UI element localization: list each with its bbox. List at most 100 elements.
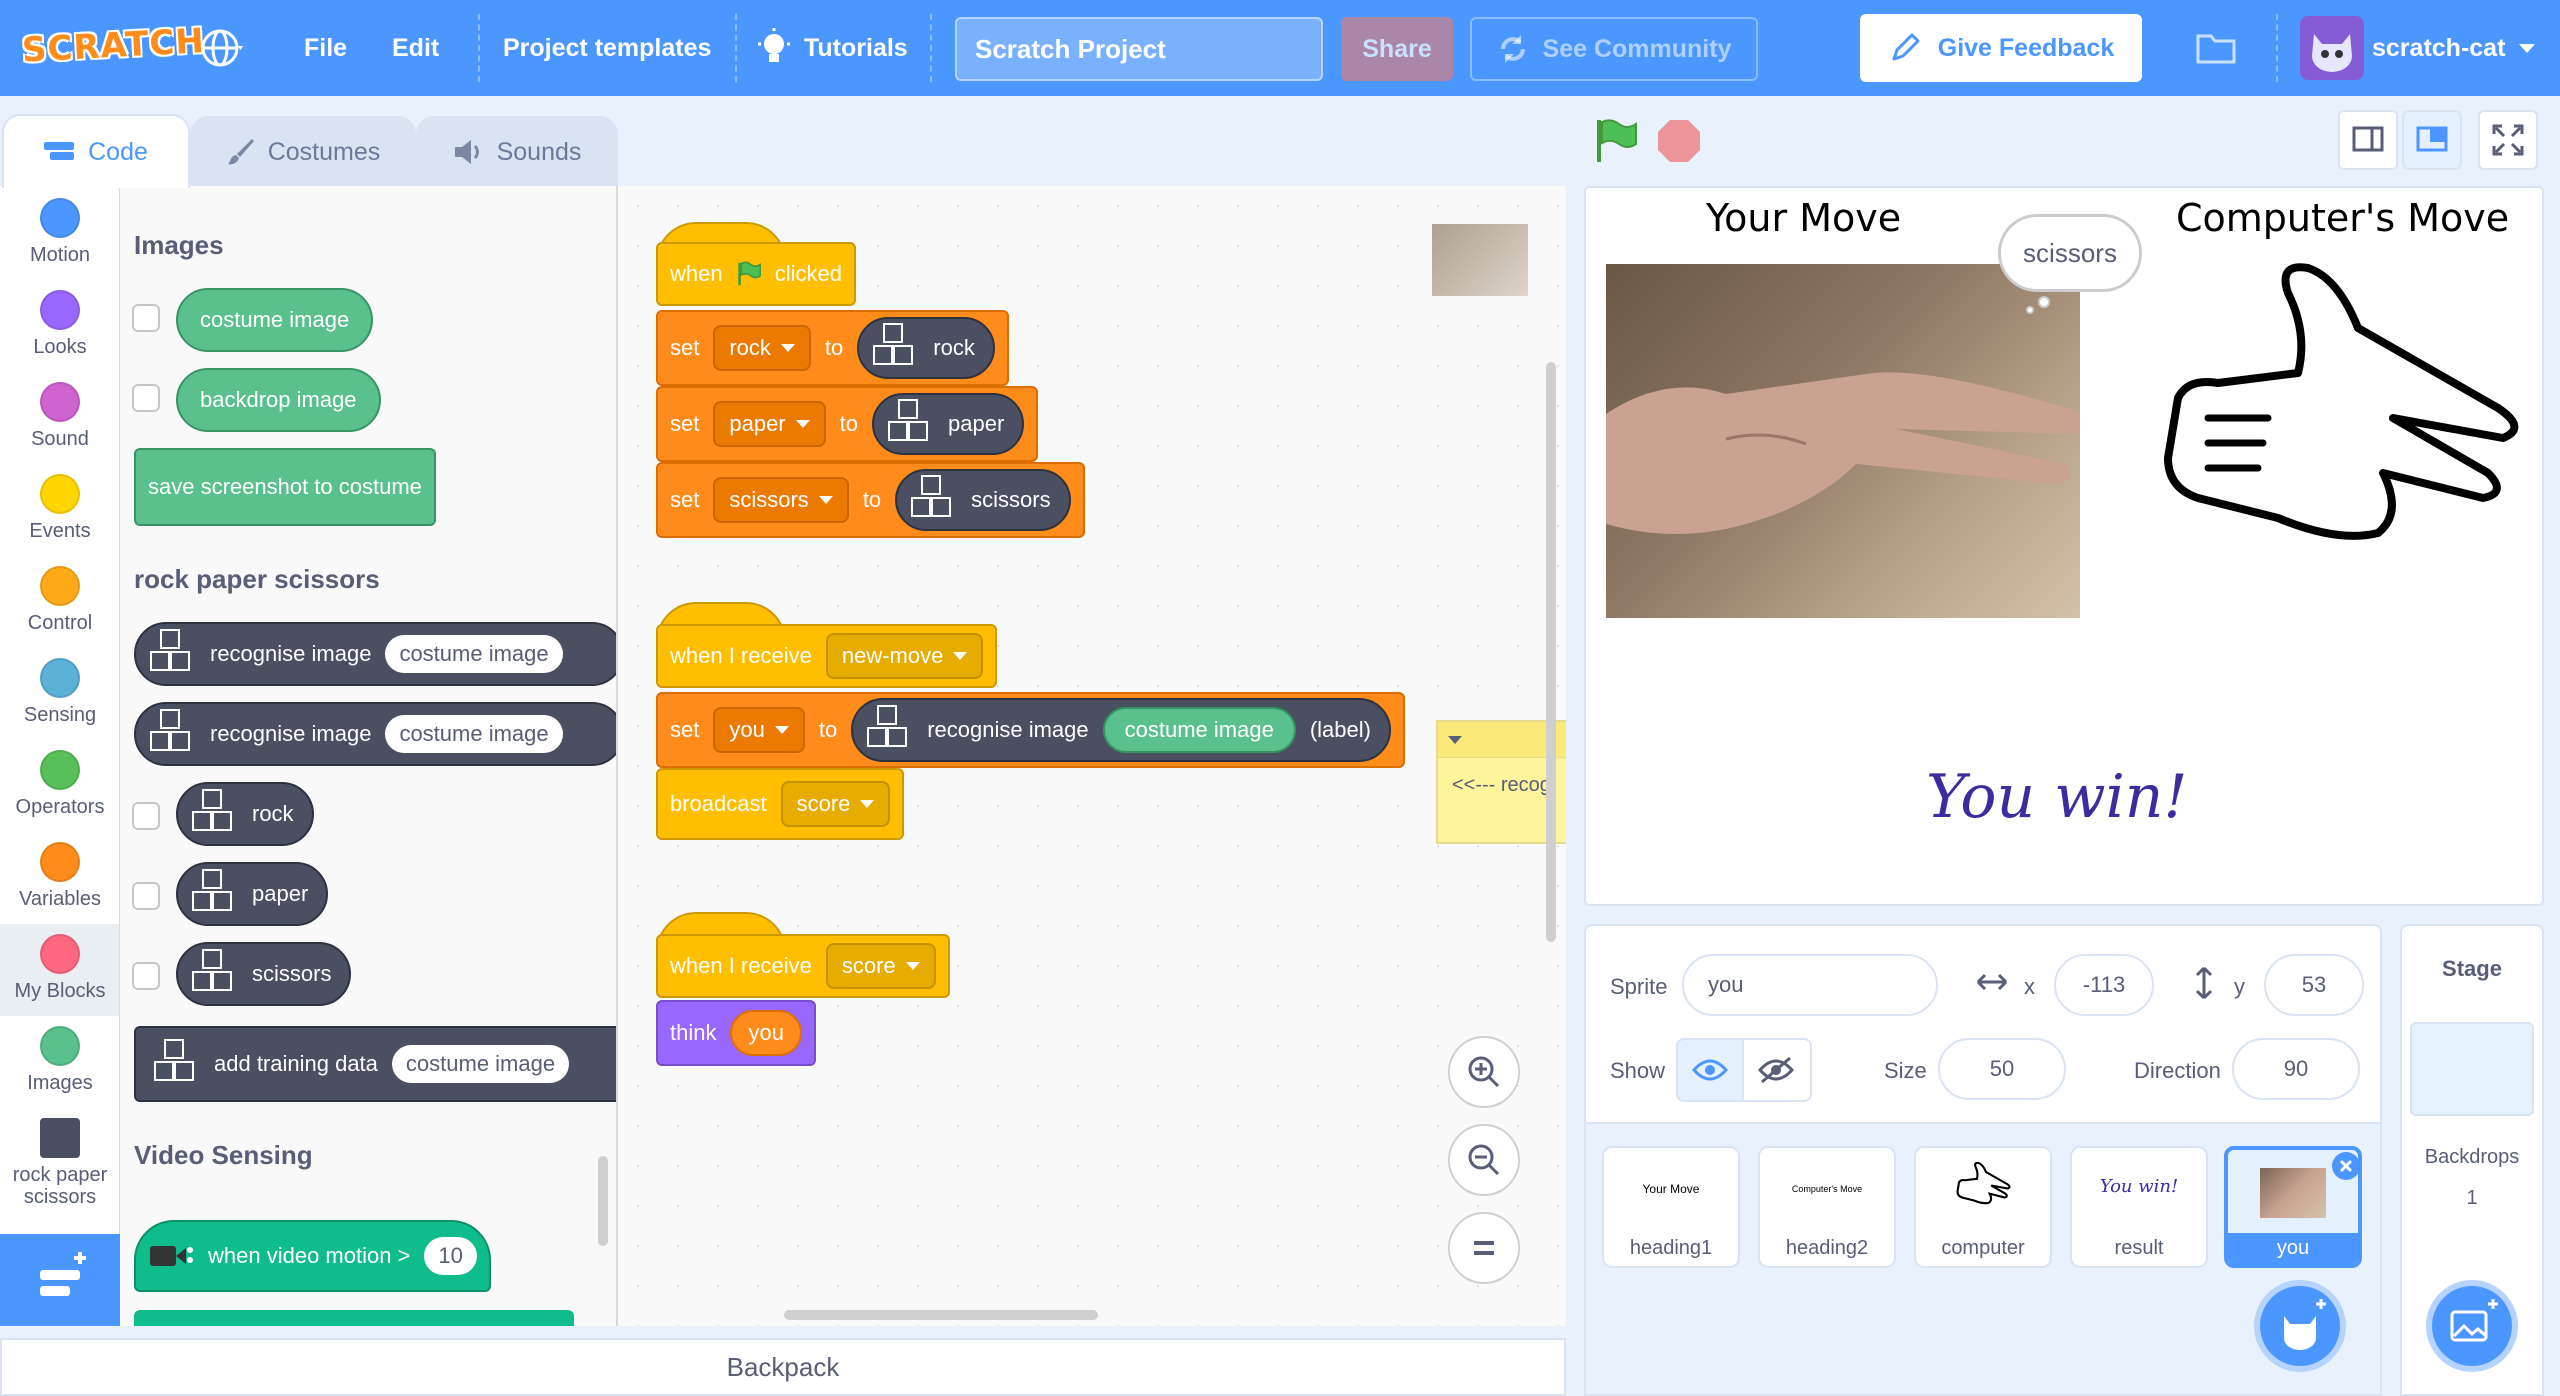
script-area[interactable]: when clicked set rock to rock set paper … xyxy=(618,186,1566,1326)
script-horizontal-scrollbar[interactable] xyxy=(784,1310,1098,1320)
vertical-arrows-icon xyxy=(2192,964,2216,1007)
category-variables[interactable]: Variables xyxy=(0,842,119,911)
tutorials-menu[interactable]: Tutorials xyxy=(756,0,908,96)
paper-reporter[interactable]: paper xyxy=(872,393,1025,455)
small-stage-button[interactable] xyxy=(2338,110,2398,170)
avatar[interactable] xyxy=(2300,16,2364,80)
show-hidden-button[interactable] xyxy=(1744,1038,1812,1102)
sprite-tile-result[interactable]: You win! result xyxy=(2070,1146,2208,1268)
scissors-checkbox[interactable] xyxy=(132,962,160,990)
category-motion[interactable]: Motion xyxy=(0,198,119,267)
message-dropdown[interactable]: score xyxy=(825,943,936,989)
costume-image-checkbox[interactable] xyxy=(132,304,160,332)
recognise-image-reporter[interactable]: recognise image costume image (label) xyxy=(851,698,1391,762)
choose-backdrop-button[interactable] xyxy=(2426,1280,2518,1372)
paper-checkbox[interactable] xyxy=(132,882,160,910)
category-looks[interactable]: Looks xyxy=(0,290,119,359)
category-sensing[interactable]: Sensing xyxy=(0,658,119,727)
message-dropdown[interactable]: new-move xyxy=(825,633,984,679)
share-button[interactable]: Share xyxy=(1341,17,1453,81)
tab-sounds[interactable]: Sounds xyxy=(416,116,618,186)
edit-menu[interactable]: Edit xyxy=(392,0,439,96)
backdrop-image-checkbox[interactable] xyxy=(132,384,160,412)
category-images[interactable]: Images xyxy=(0,1026,119,1095)
costume-image-reporter[interactable]: costume image xyxy=(1102,707,1296,753)
when-receive-score-block[interactable]: when I receive score xyxy=(656,934,950,998)
user-menu[interactable]: scratch-cat xyxy=(2372,0,2536,96)
choose-sprite-button[interactable] xyxy=(2254,1280,2346,1372)
variable-dropdown[interactable]: rock xyxy=(713,325,811,371)
sprite-tile-you[interactable]: you xyxy=(2224,1146,2362,1268)
give-feedback-button[interactable]: Give Feedback xyxy=(1860,14,2142,82)
speaker-icon xyxy=(454,140,479,164)
my-stuff-folder-icon[interactable] xyxy=(2196,30,2236,69)
set-rock-block[interactable]: set rock to rock xyxy=(656,310,1009,386)
large-stage-button[interactable] xyxy=(2402,110,2462,170)
sprite-name-input[interactable]: you xyxy=(1682,954,1938,1016)
rock-reporter[interactable]: rock xyxy=(857,317,995,379)
category-operators[interactable]: Operators xyxy=(0,750,119,819)
script-vertical-scrollbar[interactable] xyxy=(1546,362,1556,942)
backdrop-image-block[interactable]: backdrop image xyxy=(176,368,381,432)
language-menu[interactable] xyxy=(200,0,244,96)
fullscreen-button[interactable] xyxy=(2478,110,2538,170)
project-templates-menu[interactable]: Project templates xyxy=(503,0,711,96)
stop-button[interactable] xyxy=(1656,118,1702,169)
rock-checkbox[interactable] xyxy=(132,802,160,830)
set-scissors-block[interactable]: set scissors to scissors xyxy=(656,462,1085,538)
green-flag-button[interactable] xyxy=(1594,118,1638,169)
show-visible-button[interactable] xyxy=(1676,1038,1744,1102)
category-control[interactable]: Control xyxy=(0,566,119,635)
sprite-tile-heading1[interactable]: Your Move heading1 xyxy=(1602,1146,1740,1268)
add-extension-button[interactable] xyxy=(0,1234,124,1326)
project-title-input[interactable]: Scratch Project xyxy=(955,17,1323,81)
backpack-header[interactable]: Backpack xyxy=(0,1338,1566,1396)
video-motion-hat-block[interactable]: when video motion > 10 xyxy=(134,1220,491,1292)
category-my-blocks[interactable]: My Blocks xyxy=(0,924,119,1016)
when-receive-new-move-block[interactable]: when I receive new-move xyxy=(656,624,998,688)
sprite-tile-computer[interactable]: computer xyxy=(1914,1146,2052,1268)
set-paper-block[interactable]: set paper to paper xyxy=(656,386,1039,462)
scissors-label-block[interactable]: scissors xyxy=(176,942,352,1006)
paper-label-block[interactable]: paper xyxy=(176,862,329,926)
video-motion-value[interactable]: 10 xyxy=(424,1237,477,1275)
palette-scrollbar[interactable] xyxy=(598,1156,608,1246)
delete-sprite-button[interactable] xyxy=(2332,1152,2360,1180)
direction-input[interactable]: 90 xyxy=(2232,1038,2360,1100)
size-input[interactable]: 50 xyxy=(1938,1038,2066,1100)
variable-dropdown[interactable]: you xyxy=(713,707,805,753)
see-community-button[interactable]: See Community xyxy=(1470,17,1758,81)
menu-divider xyxy=(478,14,480,82)
variable-dropdown[interactable]: scissors xyxy=(713,477,849,523)
when-flag-clicked-block[interactable]: when clicked xyxy=(656,242,856,306)
zoom-in-button[interactable] xyxy=(1448,1036,1520,1108)
think-you-block[interactable]: think you xyxy=(656,1000,816,1066)
zoom-out-button[interactable] xyxy=(1448,1124,1520,1196)
message-dropdown[interactable]: score xyxy=(780,781,891,827)
category-sound[interactable]: Sound xyxy=(0,382,119,451)
pencil-icon xyxy=(1892,33,1920,61)
tab-costumes[interactable]: Costumes xyxy=(190,116,416,186)
rock-label-block[interactable]: rock xyxy=(176,782,314,846)
scratch-logo[interactable]: SCRATCH xyxy=(21,18,206,75)
variable-dropdown[interactable]: paper xyxy=(713,401,826,447)
you-variable-reporter[interactable]: you xyxy=(730,1010,802,1056)
file-menu[interactable]: File xyxy=(304,0,347,96)
zoom-reset-button[interactable] xyxy=(1448,1212,1520,1284)
sprite-tile-heading2[interactable]: Computer's Move heading2 xyxy=(1758,1146,1896,1268)
recognise-image-confidence-block[interactable]: recognise image costume image xyxy=(134,702,616,766)
add-training-data-block[interactable]: add training data costume image xyxy=(134,1026,616,1102)
x-position-input[interactable]: -113 xyxy=(2054,954,2154,1016)
scissors-reporter[interactable]: scissors xyxy=(895,469,1071,531)
category-events[interactable]: Events xyxy=(0,474,119,543)
category-rock-paper-scissors[interactable]: rock paper scissors xyxy=(0,1118,119,1208)
costume-image-block[interactable]: costume image xyxy=(176,288,374,352)
large-stage-icon xyxy=(2416,126,2448,152)
tab-code[interactable]: Code xyxy=(2,114,190,188)
stage-canvas[interactable]: Your Move Computer's Move scissors You w… xyxy=(1584,186,2544,906)
save-screenshot-block[interactable]: save screenshot to costume xyxy=(134,448,436,526)
set-you-block[interactable]: set you to recognise image costume image… xyxy=(656,692,1405,768)
recognise-image-label-block[interactable]: recognise image costume image xyxy=(134,622,616,686)
y-position-input[interactable]: 53 xyxy=(2264,954,2364,1016)
broadcast-score-block[interactable]: broadcast score xyxy=(656,768,905,840)
